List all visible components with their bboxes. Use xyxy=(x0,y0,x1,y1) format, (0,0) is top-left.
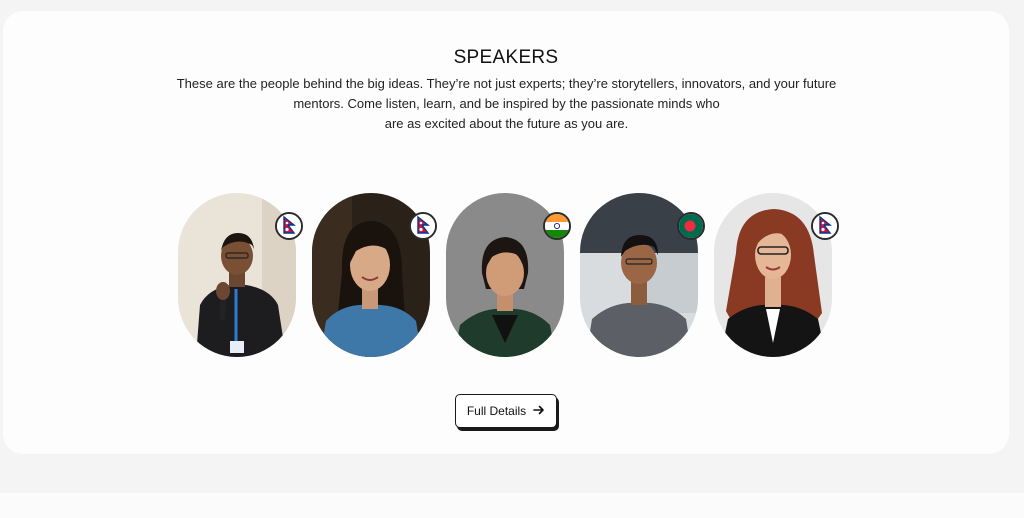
full-details-label: Full Details xyxy=(466,404,527,418)
speaker-card[interactable] xyxy=(714,193,839,357)
nepal-flag-icon xyxy=(811,212,839,240)
speaker-list xyxy=(178,193,848,363)
speaker-card[interactable] xyxy=(580,193,705,357)
speaker-card[interactable] xyxy=(178,193,303,357)
description-line: mentors. Come listen, learn, and be insp… xyxy=(293,96,720,111)
nepal-flag-icon xyxy=(275,212,303,240)
india-flag-icon xyxy=(543,212,571,240)
arrow-right-icon xyxy=(533,404,545,419)
nepal-flag-icon xyxy=(409,212,437,240)
speaker-card[interactable] xyxy=(446,193,571,357)
description-line: These are the people behind the big idea… xyxy=(176,76,837,91)
description-line: are as excited about the future as you a… xyxy=(384,116,629,131)
speaker-card[interactable] xyxy=(312,193,437,357)
section-title: SPEAKERS xyxy=(453,47,559,68)
speakers-section: SPEAKERS These are the people behind the… xyxy=(3,11,1009,454)
section-description: These are the people behind the big idea… xyxy=(153,74,860,134)
bangladesh-flag-icon xyxy=(677,212,705,240)
full-details-button[interactable]: Full Details xyxy=(455,394,557,428)
footer-strip xyxy=(0,493,1024,518)
